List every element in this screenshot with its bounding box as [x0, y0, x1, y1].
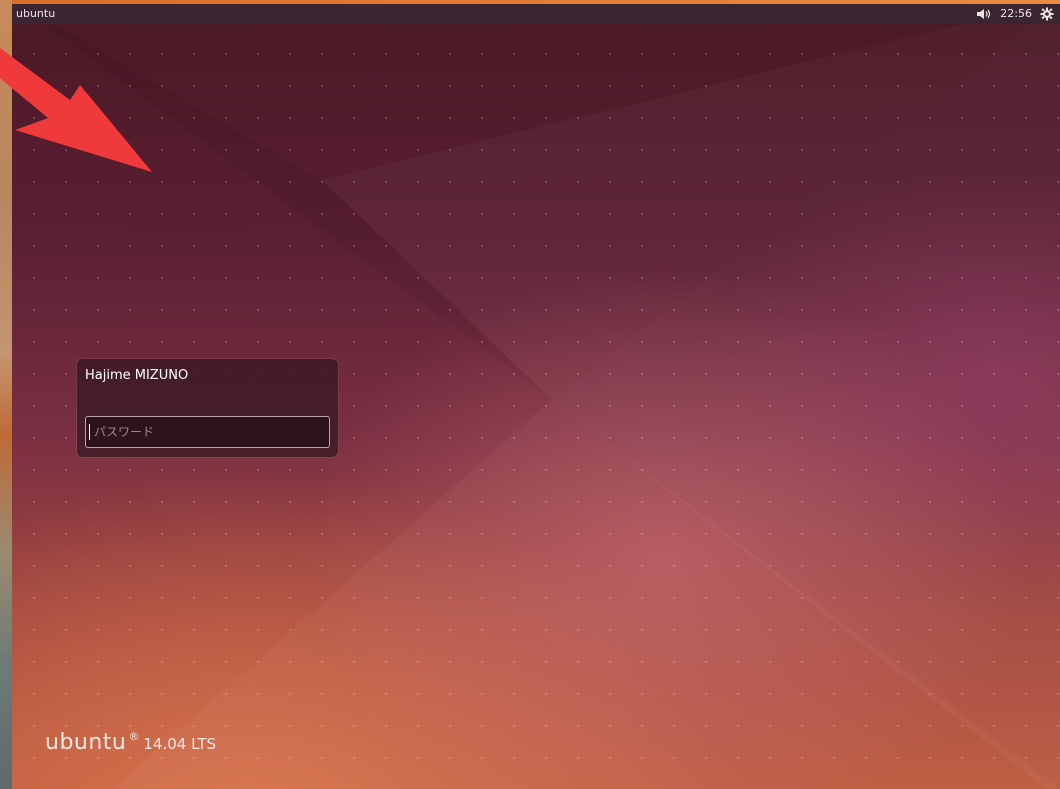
volume-icon[interactable] [976, 4, 992, 24]
login-box: Hajime MIZUNO [77, 359, 338, 457]
brand-name: ubuntu [45, 730, 127, 755]
login-screen: ubuntu 22:56 Hajime MIZUNO ubuntu ® 14.0… [0, 0, 1060, 789]
brand-registered-mark: ® [128, 730, 140, 743]
text-cursor [89, 424, 90, 440]
password-input[interactable] [85, 416, 330, 448]
panel-title: ubuntu [16, 7, 56, 20]
gear-power-icon[interactable] [1040, 4, 1054, 24]
top-panel: ubuntu 22:56 [12, 4, 1060, 24]
brand-version: 14.04 LTS [143, 735, 217, 753]
ubuntu-branding: ubuntu ® 14.04 LTS [45, 730, 216, 755]
red-arrow-annotation [0, 48, 152, 172]
panel-indicators: 22:56 [976, 4, 1054, 24]
user-name[interactable]: Hajime MIZUNO [85, 368, 188, 383]
clock[interactable]: 22:56 [1000, 4, 1032, 24]
